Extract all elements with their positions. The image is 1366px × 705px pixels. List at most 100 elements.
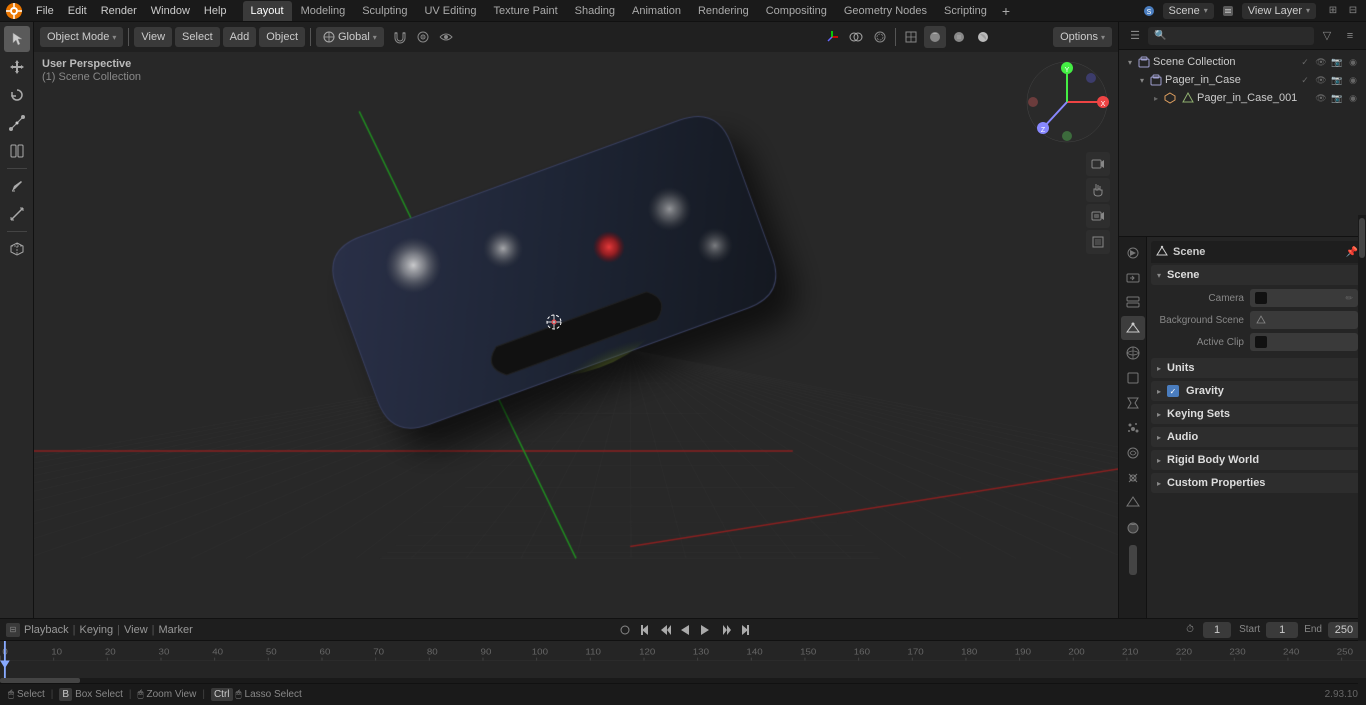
rotate-tool[interactable] [4,82,30,108]
annotate-tool[interactable] [4,173,30,199]
tab-rendering[interactable]: Rendering [690,1,757,21]
outliner-exclude-button[interactable]: ✓ [1298,55,1312,69]
viewport-canvas[interactable] [34,22,1118,618]
timeline-ruler[interactable]: 0 10 20 30 40 50 60 70 80 90 1 [0,641,1366,683]
fps-clock-icon[interactable]: ⏱ [1181,621,1199,639]
props-tab-particles[interactable] [1121,416,1145,440]
camera-edit-icon[interactable]: ✏ [1345,293,1353,304]
current-frame-box[interactable]: 1 [1203,622,1231,638]
add-menu-button[interactable]: Add [223,27,257,47]
step-forward-button[interactable] [716,621,734,639]
scale-tool[interactable] [4,110,30,136]
tab-animation[interactable]: Animation [624,1,689,21]
props-scene-header[interactable]: ▾ Scene [1151,265,1362,285]
options-button[interactable]: Options ▾ [1053,27,1112,47]
props-rigid-body-header[interactable]: ▸ Rigid Body World [1151,450,1362,470]
xray-button[interactable] [869,26,891,48]
menu-render[interactable]: Render [95,3,143,19]
render-region-button[interactable] [1086,230,1110,254]
outliner-render-button[interactable]: ◉ [1346,55,1360,69]
bg-scene-value[interactable] [1250,311,1358,329]
outliner-camera-button[interactable]: 📷 [1330,55,1344,69]
scene-selector[interactable]: Scene ▾ [1163,3,1214,19]
props-tab-physics[interactable] [1121,441,1145,465]
outliner-pager-001[interactable]: ▸ Pager_in_Case_001 👁 📷 [1119,89,1366,107]
tab-geometry-nodes[interactable]: Geometry Nodes [836,1,935,21]
end-frame-box[interactable]: 250 [1328,622,1360,638]
wireframe-mode-button[interactable] [900,26,922,48]
object-mode-button[interactable]: Object Mode ▾ [40,27,123,47]
tab-uv-editing[interactable]: UV Editing [416,1,484,21]
playback-label[interactable]: Playback [24,624,69,636]
transform-tool[interactable] [4,138,30,164]
pager-case-render[interactable]: ◉ [1346,73,1360,87]
jump-to-start-button[interactable] [636,621,654,639]
camera-lock-button[interactable] [1086,204,1110,228]
proportional-edit-button[interactable] [412,26,434,48]
props-pin-button[interactable]: 📌 [1346,247,1358,258]
start-frame-box[interactable]: 1 [1266,622,1298,638]
menu-file[interactable]: File [30,3,60,19]
timeline-scrollbar-track[interactable] [0,678,1366,683]
props-units-header[interactable]: ▸ Units [1151,358,1362,378]
props-tab-view-layer[interactable] [1121,291,1145,315]
object-menu-button[interactable]: Object [259,27,305,47]
gizmo-button[interactable] [821,26,843,48]
outliner-pager-case[interactable]: ▾ Pager_in_Case ✓ 👁 📷 ◉ [1119,71,1366,89]
props-custom-header[interactable]: ▸ Custom Properties [1151,473,1362,493]
props-keying-header[interactable]: ▸ Keying Sets [1151,404,1362,424]
props-tab-render[interactable] [1121,241,1145,265]
pager-case-exclude[interactable]: ✓ [1298,73,1312,87]
tab-texture-paint[interactable]: Texture Paint [485,1,565,21]
tab-compositing[interactable]: Compositing [758,1,835,21]
step-back-button[interactable] [656,621,674,639]
marker-label[interactable]: Marker [159,624,193,636]
props-tab-constraints[interactable] [1121,466,1145,490]
props-audio-header[interactable]: ▸ Audio [1151,427,1362,447]
material-preview-button[interactable] [948,26,970,48]
add-cube-tool[interactable] [4,236,30,262]
viewport[interactable]: Object Mode ▾ View Select Add Object [34,22,1118,618]
outliner-restrict-columns[interactable]: ≡ [1340,26,1360,46]
measure-tool[interactable] [4,201,30,227]
play-forward-button[interactable] [696,621,714,639]
props-tab-scene[interactable] [1121,316,1145,340]
timeline-collapse-button[interactable]: ⊟ [6,623,20,637]
pager-001-eye[interactable]: 👁 [1314,91,1328,105]
props-scrollbar-thumb[interactable] [1359,237,1365,258]
transform-space-button[interactable]: Global ▾ [316,27,384,47]
menu-edit[interactable]: Edit [62,3,93,19]
jump-to-end-button[interactable] [736,621,754,639]
props-tab-data[interactable] [1121,491,1145,515]
props-scrollbar-track[interactable] [1358,237,1366,618]
solid-mode-button[interactable] [924,26,946,48]
tab-sculpting[interactable]: Sculpting [354,1,415,21]
hand-pan-button[interactable] [1086,178,1110,202]
add-workspace-button[interactable]: + [996,1,1016,21]
timeline-scrollbar-thumb[interactable] [0,678,80,683]
record-button[interactable] [616,621,634,639]
view-menu-button[interactable]: View [134,27,172,47]
render-preview-button[interactable] [972,26,994,48]
visibility-button[interactable] [435,26,457,48]
props-tab-material[interactable] [1121,516,1145,540]
outliner-search-input[interactable] [1148,27,1314,45]
view-label-tl[interactable]: View [124,624,148,636]
pager-case-eye[interactable]: 👁 [1314,73,1328,87]
move-tool[interactable] [4,54,30,80]
tab-layout[interactable]: Layout [243,1,292,21]
snap-magnet-button[interactable] [389,26,411,48]
camera-view-button[interactable] [1086,152,1110,176]
tab-modeling[interactable]: Modeling [293,1,354,21]
outliner-filter-button[interactable]: ▽ [1317,26,1337,46]
props-tab-modifiers[interactable] [1121,391,1145,415]
outliner-scene-collection[interactable]: ▾ Scene Collection ✓ 👁 📷 ◉ [1119,53,1366,71]
view-layer-selector[interactable]: View Layer ▾ [1242,3,1316,19]
pager-001-render[interactable]: ◉ [1346,91,1360,105]
outliner-eye-button[interactable]: 👁 [1314,55,1328,69]
pager-case-camera[interactable]: 📷 [1330,73,1344,87]
props-gravity-header[interactable]: ▸ ✓ Gravity [1151,381,1362,401]
render-engine-button[interactable]: ⊟ [1344,2,1362,20]
overlay-button[interactable] [845,26,867,48]
copy-scene-button[interactable]: ⊞ [1324,2,1342,20]
